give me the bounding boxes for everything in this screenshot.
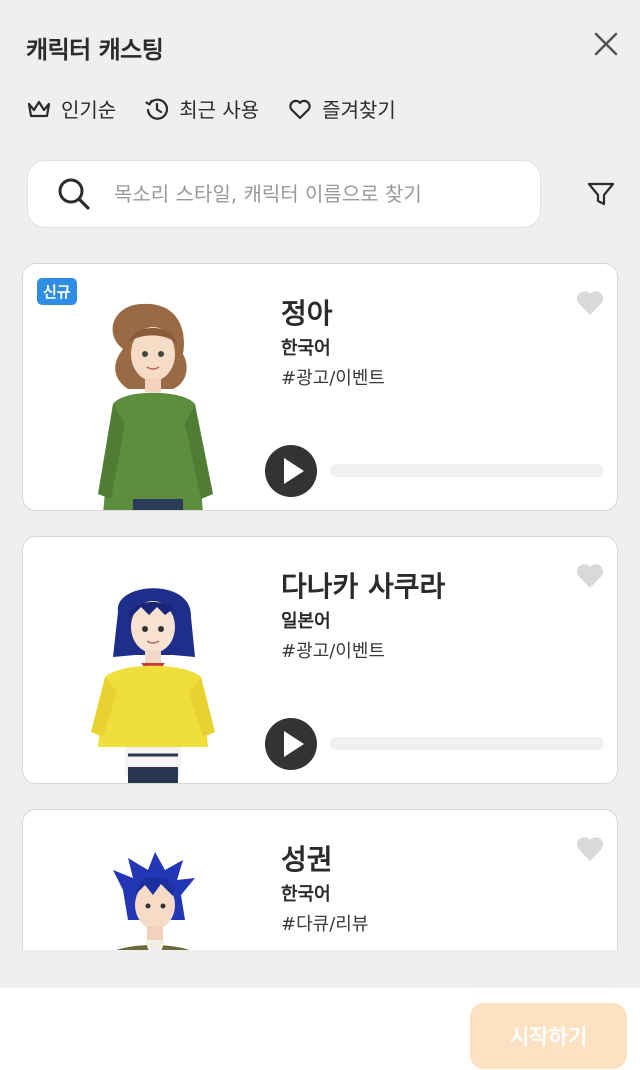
character-language: 일본어 [281,611,331,632]
start-button[interactable]: 시작하기 [470,1003,627,1069]
favorite-heart-icon[interactable] [575,834,605,862]
play-button-icon[interactable] [264,444,318,498]
crown-icon [27,100,51,117]
audio-progress-bar[interactable] [330,737,604,750]
audio-progress-bar[interactable] [330,464,604,477]
character-language: 한국어 [281,338,331,359]
tab-favorites[interactable]: 즐겨찾기 [287,94,396,123]
search-box[interactable] [27,160,541,228]
character-list: 신규 정아 한국어 #광고/이벤트 다나카 사쿠라 일본어 #광고/이벤트 성권… [22,263,618,950]
header: 캐릭터 캐스팅 [0,0,640,80]
tab-recent[interactable]: 최근 사용 [144,94,259,123]
character-card[interactable]: 다나카 사쿠라 일본어 #광고/이벤트 [22,536,618,784]
tab-recent-label: 최근 사용 [179,98,260,122]
play-button-icon[interactable] [264,717,318,771]
character-tag: #다큐/리뷰 [281,914,369,935]
history-icon [145,98,169,120]
favorite-heart-icon[interactable] [575,561,605,589]
character-name: 성권 [281,843,333,876]
character-card[interactable]: 신규 정아 한국어 #광고/이벤트 [22,263,618,511]
search-input[interactable] [114,182,514,206]
new-badge: 신규 [37,278,77,305]
heart-outline-icon [289,99,311,119]
close-icon[interactable] [592,30,620,58]
character-card[interactable]: 성권 한국어 #다큐/리뷰 [22,809,618,950]
search-row [27,160,617,228]
character-name: 정아 [281,297,333,330]
character-tag: #광고/이벤트 [281,641,385,662]
tab-favorites-label: 즐겨찾기 [322,98,396,122]
page-title: 캐릭터 캐스팅 [26,36,164,64]
sort-tabs: 인기순 최근 사용 즐겨찾기 [26,94,396,123]
character-avatar [113,852,195,950]
character-tag: #광고/이벤트 [281,368,385,389]
character-avatar [91,588,215,783]
footer-bar: 시작하기 [0,988,640,1070]
favorite-heart-icon[interactable] [575,288,605,316]
character-language: 한국어 [281,884,331,905]
tab-popular-label: 인기순 [61,98,117,122]
character-avatar [98,303,213,510]
search-icon[interactable] [56,176,92,212]
filter-icon[interactable] [585,178,617,210]
character-name: 다나카 사쿠라 [281,570,446,603]
tab-popular[interactable]: 인기순 [26,94,116,123]
